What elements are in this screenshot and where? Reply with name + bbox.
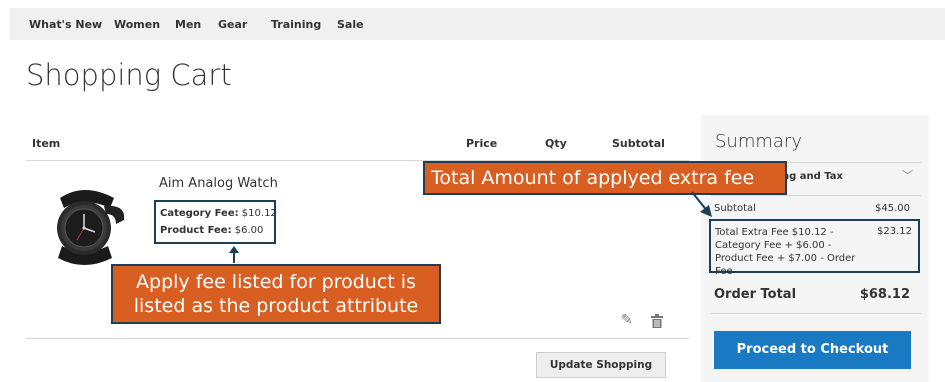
nav-item-training[interactable]: Training (271, 18, 321, 31)
main-nav: What's New Women Men Gear Training Sale (10, 8, 945, 40)
order-total-label: Order Total (714, 287, 797, 302)
category-fee-value: $10.12 (241, 208, 277, 219)
column-header-subtotal: Subtotal (612, 137, 665, 150)
nav-item-men[interactable]: Men (175, 18, 201, 31)
edit-icon[interactable]: ✎ (621, 312, 633, 328)
arrow-down-right-icon (691, 191, 712, 217)
summary-panel: Summary ng and Tax ﹀ Subtotal $45.00 Tot… (701, 115, 929, 382)
trash-icon[interactable] (651, 314, 663, 328)
update-cart-button[interactable]: Update Shopping Cart (536, 352, 666, 378)
column-header-item: Item (32, 137, 61, 150)
order-total-value: $68.12 (859, 287, 910, 302)
product-fee-box: Category Fee: $10.12 Product Fee: $6.00 (154, 200, 277, 244)
annotation-apply-fee-line1: Apply fee listed for product is (136, 271, 416, 293)
product-fee-value: $6.00 (234, 225, 264, 236)
product-fee-label: Product Fee: (160, 225, 232, 236)
nav-item-women[interactable]: Women (114, 18, 160, 31)
extra-fee-value: $23.12 (877, 226, 912, 237)
extra-fee-box: Total Extra Fee $10.12 - Category Fee + … (709, 219, 920, 277)
subtotal-value: $45.00 (875, 203, 910, 214)
summary-title: Summary (715, 131, 802, 152)
product-name[interactable]: Aim Analog Watch (159, 176, 278, 191)
column-header-price: Price (466, 137, 498, 150)
arrow-up-icon (229, 246, 239, 263)
product-image-watch[interactable] (44, 186, 126, 266)
subtotal-label: Subtotal (714, 203, 756, 214)
extra-fee-text: Total Extra Fee $10.12 - Category Fee + … (715, 227, 856, 277)
annotation-apply-fee-line2: listed as the product attribute (133, 295, 419, 317)
annotation-total-extra-fee: Total Amount of applyed extra fee (423, 161, 787, 195)
item-row-divider (26, 338, 689, 339)
product-fee-row: Product Fee: $6.00 (160, 222, 270, 239)
summary-divider (711, 195, 921, 196)
shipping-tax-toggle-label[interactable]: ng and Tax (782, 171, 843, 182)
page-title: Shopping Cart (26, 58, 232, 92)
nav-item-whats-new[interactable]: What's New (29, 18, 102, 31)
category-fee-row: Category Fee: $10.12 (160, 205, 277, 222)
column-header-qty: Qty (545, 137, 567, 150)
category-fee-label: Category Fee: (160, 208, 239, 219)
nav-item-sale[interactable]: Sale (337, 18, 364, 31)
proceed-to-checkout-button[interactable]: Proceed to Checkout (714, 331, 911, 369)
nav-item-gear[interactable]: Gear (218, 18, 247, 31)
chevron-down-icon[interactable]: ﹀ (902, 167, 913, 183)
summary-divider (711, 313, 921, 314)
annotation-apply-fee: Apply fee listed for product is listed a… (111, 264, 441, 324)
